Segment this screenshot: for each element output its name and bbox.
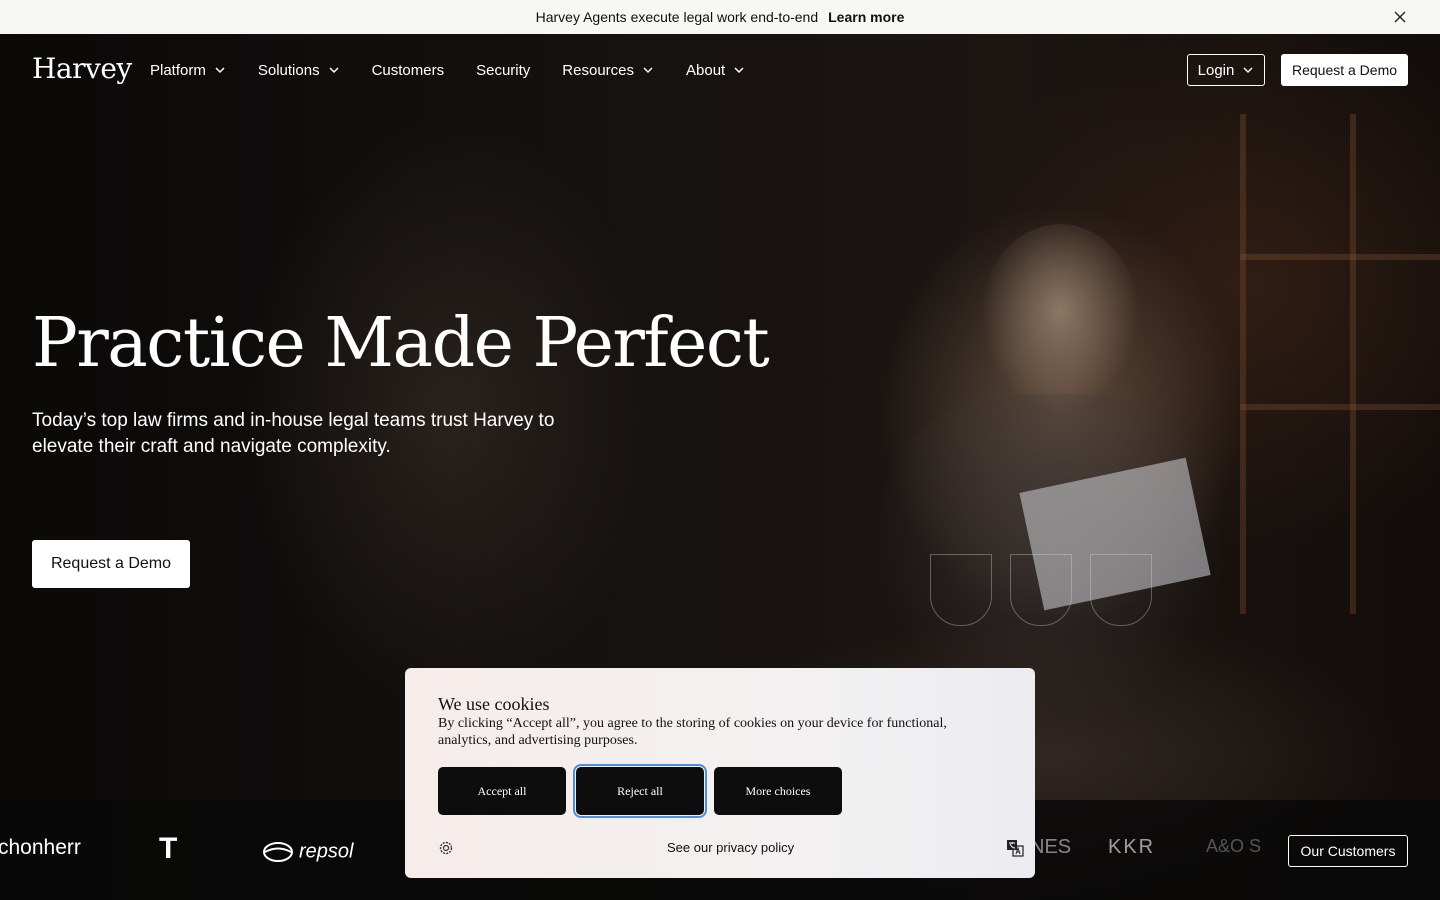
reject-all-button[interactable]: Reject all [573,764,707,818]
announcement-message: Harvey Agents execute legal work end-to-… [535,9,819,25]
top-navigation: Harvey Platform Solutions Customers Secu… [0,34,1440,106]
more-choices-button[interactable]: More choices [714,767,842,815]
nav-customers-label: Customers [371,61,445,79]
cookie-consent-dialog: We use cookies By clicking “Accept all”,… [405,668,1035,878]
client-logo-repsol: repsol [263,838,353,864]
cookie-title: We use cookies [438,694,550,714]
chevron-down-icon [643,67,653,74]
nav-solutions[interactable]: Solutions [258,62,340,79]
announcement-bar: Harvey Agents execute legal work end-to-… [0,0,1440,34]
learn-more-link[interactable]: Learn more [828,9,904,25]
our-customers-button[interactable]: Our Customers [1288,835,1408,867]
client-logo-schonherr: chonherr [0,836,81,859]
client-logo-telekom: T [159,832,178,865]
nav-resources-label: Resources [562,61,634,79]
nav-customers[interactable]: Customers [372,62,445,79]
nav-solutions-label: Solutions [257,61,320,79]
nav-platform-label: Platform [150,61,206,79]
language-icon[interactable] [1006,839,1024,857]
chevron-down-icon [215,67,225,74]
privacy-policy-link[interactable]: See our privacy policy [667,840,794,855]
client-logo-aos: A&O S [1206,836,1262,856]
request-demo-hero-button[interactable]: Request a Demo [32,540,190,588]
chevron-down-icon [1243,67,1253,74]
chevron-down-icon [734,67,744,74]
nav-resources[interactable]: Resources [562,62,654,79]
request-demo-nav-button[interactable]: Request a Demo [1281,54,1408,86]
login-button[interactable]: Login [1187,54,1265,86]
main-menu: Platform Solutions Customers Security Re… [150,34,777,106]
repsol-mark-icon [263,842,293,863]
client-logo-kkr: KKR [1108,836,1156,858]
hero-headline: Practice Made Perfect [32,304,770,383]
nav-about[interactable]: About [686,62,745,79]
nav-platform[interactable]: Platform [150,62,226,79]
hero-subtitle: Today’s top law firms and in-house legal… [32,410,555,457]
login-label: Login [1197,61,1235,79]
chevron-down-icon [329,67,339,74]
cookie-body: By clicking “Accept all”, you agree to t… [438,716,947,748]
accept-all-button[interactable]: Accept all [438,767,566,815]
settings-icon[interactable] [438,840,454,856]
repsol-label: repsol [299,840,354,863]
nav-about-label: About [686,61,726,79]
nav-security[interactable]: Security [476,62,530,79]
harvey-logo[interactable]: Harvey [32,52,132,85]
client-logo-nes: NES [1030,836,1072,858]
nav-security-label: Security [476,61,531,79]
close-icon[interactable] [1392,9,1408,25]
